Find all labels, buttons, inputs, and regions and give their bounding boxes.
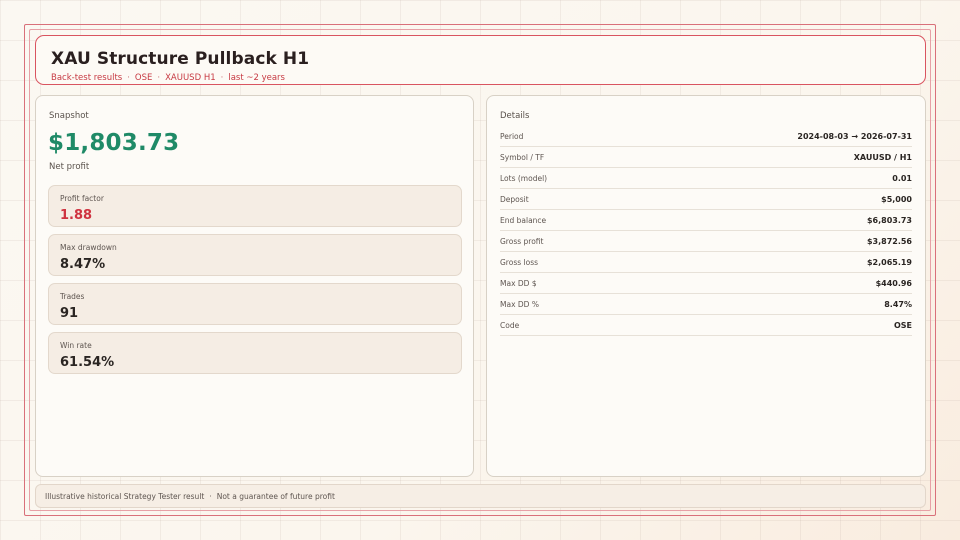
details-row-gross-profit: Gross profit $3,872.56 [500, 231, 912, 252]
details-key: Gross loss [500, 257, 539, 267]
page-subtitle: Back-test results · OSE · XAUUSD H1 · last ~2 … [51, 73, 925, 83]
stat-label: Win rate [60, 341, 92, 350]
snapshot-panel: Snapshot $1,803.73 Net profit Profit fac… [35, 95, 474, 477]
details-value: $3,872.56 [866, 236, 912, 246]
subtitle-code: OSE [134, 73, 153, 83]
details-row-max-dd-amount: Max DD $ $440.96 [500, 273, 912, 294]
details-value: $6,803.73 [866, 215, 912, 225]
details-key: Gross profit [500, 236, 544, 246]
disclaimer-note: Not a guarantee of future profit [216, 491, 335, 501]
details-key: Max DD $ [500, 278, 537, 288]
subtitle-range: last ~2 years [228, 73, 285, 83]
details-value: OSE [893, 320, 912, 330]
net-profit-value: $1,803.73 [48, 130, 180, 156]
details-key: Lots (model) [500, 173, 548, 183]
details-label: Details [500, 111, 530, 121]
disclaimer-footer: Illustrative historical Strategy Tester … [35, 484, 926, 508]
details-table: Period 2024-08-03 → 2026-07-31 Symbol / … [500, 126, 912, 336]
details-row-code: Code OSE [500, 315, 912, 336]
details-value: $2,065.19 [866, 257, 912, 267]
details-value: XAUUSD / H1 [853, 152, 912, 162]
details-value: $5,000 [881, 194, 912, 204]
stat-card-win-rate: Win rate 61.54% [48, 332, 462, 374]
details-row-gross-loss: Gross loss $2,065.19 [500, 252, 912, 273]
subtitle-separator: · [220, 73, 224, 83]
details-row-symbol: Symbol / TF XAUUSD / H1 [500, 147, 912, 168]
stat-card-trades: Trades 91 [48, 283, 462, 325]
stat-value: 1.88 [60, 208, 93, 223]
details-value: $440.96 [875, 278, 912, 288]
details-value: 8.47% [884, 299, 912, 309]
details-row-deposit: Deposit $5,000 [500, 189, 912, 210]
details-key: Symbol / TF [500, 152, 545, 162]
details-row-period: Period 2024-08-03 → 2026-07-31 [500, 126, 912, 147]
subtitle-separator: · [157, 73, 161, 83]
details-key: Code [500, 320, 520, 330]
stat-value: 91 [60, 306, 79, 321]
details-key: Period [500, 131, 524, 141]
stat-card-max-drawdown: Max drawdown 8.47% [48, 234, 462, 276]
details-value: 0.01 [892, 173, 912, 183]
stat-label: Profit factor [60, 194, 104, 203]
details-key: Deposit [500, 194, 529, 204]
stat-card-profit-factor: Profit factor 1.88 [48, 185, 462, 227]
footer-separator: · [209, 491, 212, 501]
subtitle-symbol: XAUUSD H1 [165, 73, 216, 83]
details-row-max-dd-percent: Max DD % 8.47% [500, 294, 912, 315]
stat-label: Trades [60, 292, 85, 301]
report-header: XAU Structure Pullback H1 Back-test resu… [35, 35, 926, 85]
net-profit-label: Net profit [49, 162, 90, 172]
subtitle-report-type: Back-test results [51, 73, 123, 83]
details-value: 2024-08-03 → 2026-07-31 [797, 131, 912, 141]
details-row-lots: Lots (model) 0.01 [500, 168, 912, 189]
details-panel: Details Period 2024-08-03 → 2026-07-31 S… [486, 95, 926, 477]
page-title: XAU Structure Pullback H1 [51, 49, 310, 69]
stat-value: 61.54% [60, 355, 115, 370]
stat-value: 8.47% [60, 257, 106, 272]
details-key: Max DD % [500, 299, 539, 309]
disclaimer-text: Illustrative historical Strategy Tester … [45, 491, 205, 501]
stat-label: Max drawdown [60, 243, 117, 252]
snapshot-label: Snapshot [49, 111, 89, 121]
subtitle-separator: · [127, 73, 130, 83]
details-row-end-balance: End balance $6,803.73 [500, 210, 912, 231]
details-key: End balance [500, 215, 547, 225]
